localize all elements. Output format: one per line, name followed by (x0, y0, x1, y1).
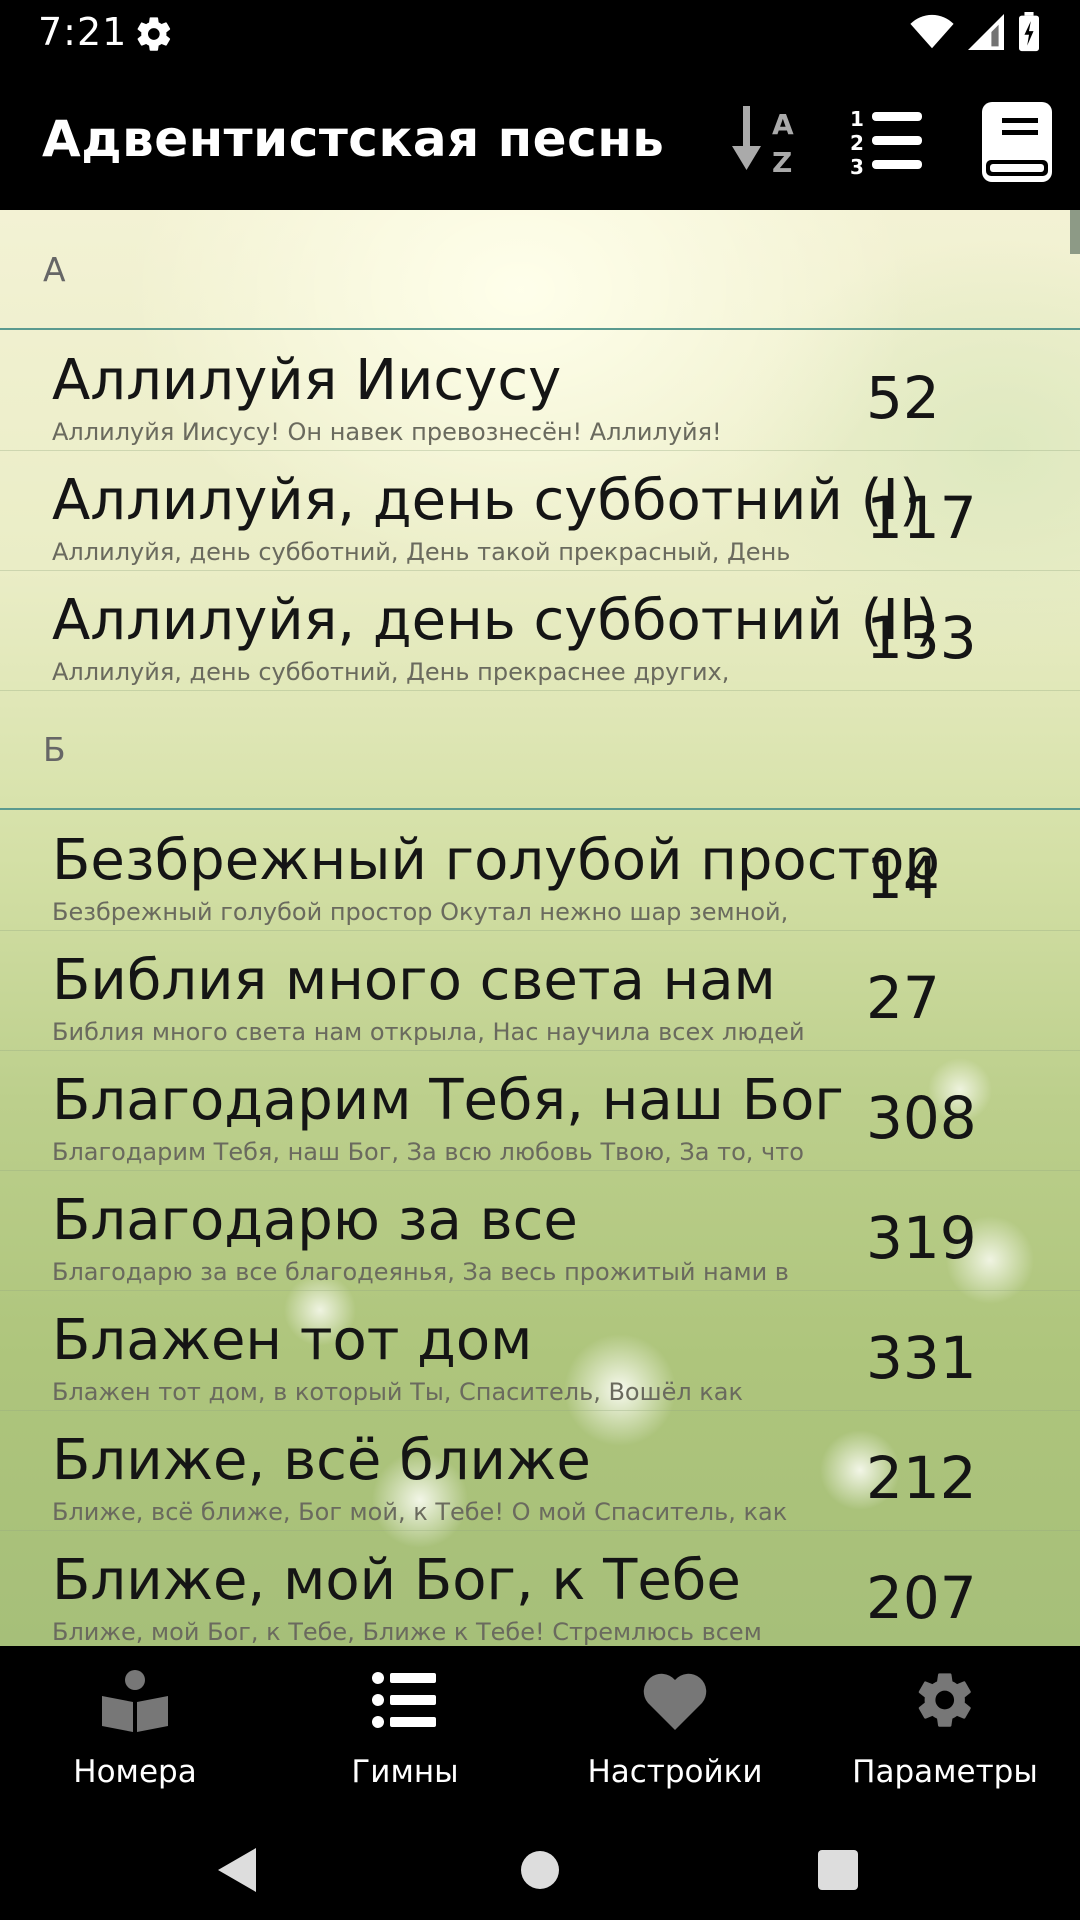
home-icon[interactable] (512, 1842, 568, 1898)
nav-item-favorites[interactable]: Настройки (540, 1646, 810, 1820)
sort-number-icon[interactable]: 1 2 3 (846, 100, 926, 180)
section-letter: А (43, 250, 66, 289)
status-bar: 7:21 (0, 0, 1080, 64)
hymn-title: Ближе, всё ближе (52, 1428, 591, 1493)
nav-item-hymns[interactable]: Гимны (270, 1646, 540, 1820)
hymn-first-line: Аллилуйя, день субботний, День такой пре… (52, 538, 791, 566)
hymn-first-line: Ближе, всё ближе, Бог мой, к Тебе! О мой… (52, 1498, 788, 1526)
hymn-title: Блажен тот дом (52, 1308, 533, 1373)
hymn-title: Благодарим Тебя, наш Бог (52, 1068, 844, 1133)
hymn-number: 308 (866, 1084, 977, 1152)
hymn-number: 207 (866, 1564, 977, 1632)
nav-label: Параметры (852, 1754, 1038, 1790)
bottom-navigation: Номера Гимны Настройки Параметры (0, 1646, 1080, 1820)
heart-icon (643, 1673, 707, 1730)
hymn-title: Безбрежный голубой простор (52, 828, 940, 893)
section-header-a: А (0, 210, 1080, 330)
hymn-row[interactable]: Библия много света нам Библия много свет… (0, 930, 1080, 1051)
hymn-row[interactable]: Безбрежный голубой простор Безбрежный го… (0, 810, 1080, 931)
hymn-first-line: Аллилуйя, день субботний, День прекрасне… (52, 658, 730, 686)
nav-label: Номера (73, 1754, 197, 1790)
hymn-row[interactable]: Ближе, мой Бог, к Тебе Ближе, мой Бог, к… (0, 1530, 1080, 1646)
hymn-title: Благодарю за все (52, 1188, 578, 1253)
app-title: Адвентистская песнь (42, 110, 665, 168)
nav-item-parameters[interactable]: Параметры (810, 1646, 1080, 1820)
app-bar: Адвентистская песнь A Z 1 2 3 (0, 64, 1080, 210)
cell-signal-icon (968, 14, 1004, 50)
hymn-number: 133 (866, 604, 977, 672)
hymn-row[interactable]: Благодарим Тебя, наш Бог Благодарим Тебя… (0, 1050, 1080, 1171)
hymn-first-line: Ближе, мой Бог, к Тебе, Ближе к Тебе! Ст… (52, 1618, 762, 1646)
section-letter: Б (43, 730, 66, 769)
back-icon[interactable] (210, 1842, 266, 1898)
svg-text:2: 2 (850, 131, 864, 155)
hymn-number: 331 (866, 1324, 977, 1392)
recents-icon[interactable] (810, 1842, 866, 1898)
hymn-first-line: Безбрежный голубой простор Окутал нежно … (52, 898, 789, 926)
hymn-title: Аллилуйя, день субботний (I) (52, 468, 921, 533)
system-navigation-bar (0, 1820, 1080, 1920)
svg-text:3: 3 (850, 155, 864, 179)
hymn-row[interactable]: Аллилуйя, день субботний (II) Аллилуйя, … (0, 570, 1080, 691)
status-icons (910, 12, 1040, 52)
section-header-b: Б (0, 690, 1080, 810)
list-icon (372, 1672, 436, 1728)
hymn-number: 27 (866, 964, 940, 1032)
nav-item-numbers[interactable]: Номера (0, 1646, 270, 1820)
hymn-number: 14 (866, 844, 940, 912)
book-icon[interactable] (980, 100, 1054, 184)
sort-alpha-icon[interactable]: A Z (726, 100, 806, 180)
hymn-title: Аллилуйя Иисусу (52, 348, 562, 413)
hymn-title: Ближе, мой Бог, к Тебе (52, 1548, 741, 1613)
hymn-list[interactable]: А Аллилуйя Иисусу Аллилуйя Иисусу! Он на… (0, 210, 1080, 1646)
hymn-row[interactable]: Аллилуйя, день субботний (I) Аллилуйя, д… (0, 450, 1080, 571)
hymn-number: 52 (866, 364, 940, 432)
hymn-first-line: Благодарю за все благодеянья, За весь пр… (52, 1258, 789, 1286)
hymn-row[interactable]: Ближе, всё ближе Ближе, всё ближе, Бог м… (0, 1410, 1080, 1531)
hymn-number: 319 (866, 1204, 977, 1272)
hymn-row[interactable]: Благодарю за все Благодарю за все благод… (0, 1170, 1080, 1291)
svg-text:A: A (772, 108, 794, 141)
hymn-first-line: Благодарим Тебя, наш Бог, За всю любовь … (52, 1138, 804, 1166)
wifi-icon (910, 14, 954, 49)
hymn-row[interactable]: Аллилуйя Иисусу Аллилуйя Иисусу! Он наве… (0, 330, 1080, 451)
status-time: 7:21 (38, 10, 128, 54)
nav-label: Настройки (587, 1754, 763, 1790)
settings-notification-icon (137, 17, 171, 51)
svg-text:Z: Z (772, 146, 792, 179)
battery-icon (1019, 12, 1039, 52)
svg-text:1: 1 (850, 107, 864, 131)
hymn-title: Аллилуйя, день субботний (II) (52, 588, 938, 653)
hymn-first-line: Блажен тот дом, в который Ты, Спаситель,… (52, 1378, 744, 1406)
hymn-number: 117 (866, 484, 977, 552)
hymn-row[interactable]: Блажен тот дом Блажен тот дом, в который… (0, 1290, 1080, 1411)
nav-label: Гимны (351, 1754, 459, 1790)
open-book-icon (102, 1670, 168, 1732)
hymn-first-line: Библия много света нам открыла, Нас науч… (52, 1018, 805, 1046)
hymn-first-line: Аллилуйя Иисусу! Он навек превознесён! А… (52, 418, 722, 446)
hymn-title: Библия много света нам (52, 948, 776, 1013)
gear-icon (918, 1673, 971, 1727)
hymn-number: 212 (866, 1444, 977, 1512)
